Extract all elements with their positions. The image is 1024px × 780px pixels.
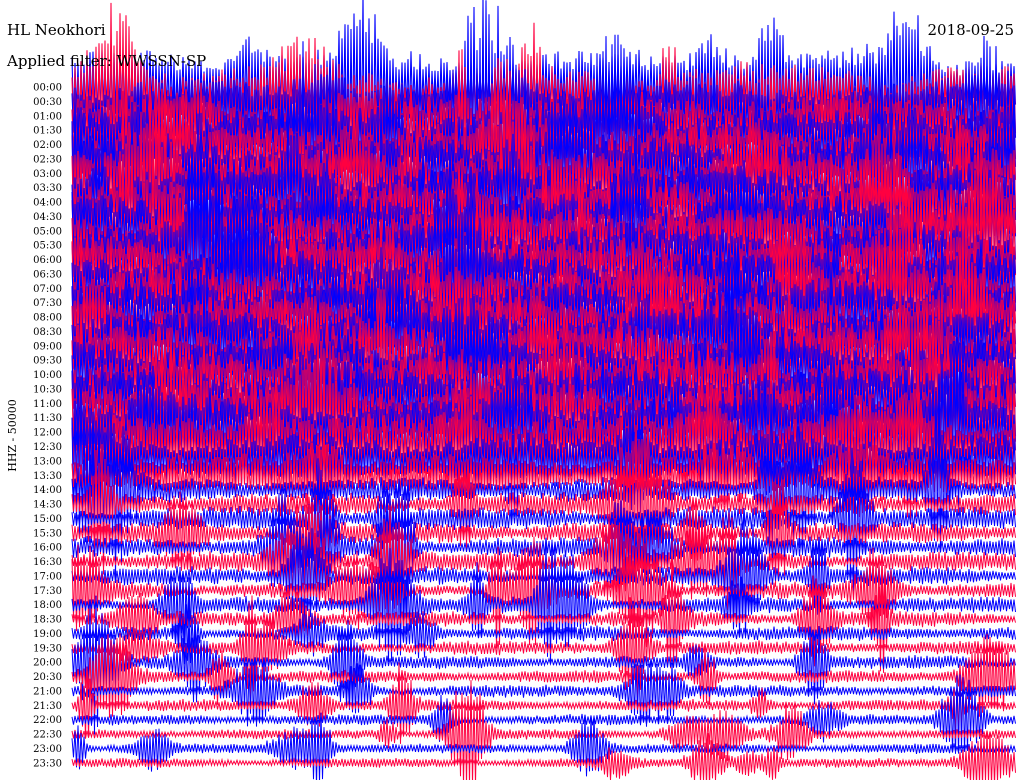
- time-tick-label: 13:30: [33, 471, 62, 482]
- station-title: HL Neokhori: [7, 21, 106, 39]
- time-tick-label: 03:00: [33, 169, 62, 180]
- time-tick-label: 12:30: [33, 442, 62, 453]
- record-date: 2018-09-25: [927, 21, 1014, 39]
- time-tick-label: 14:00: [33, 485, 62, 496]
- time-tick-label: 17:30: [33, 586, 62, 597]
- time-tick-label: 13:00: [33, 456, 62, 467]
- time-tick-label: 07:30: [33, 298, 62, 309]
- time-tick-label: 12:00: [33, 428, 62, 439]
- time-tick-label: 14:30: [33, 500, 62, 511]
- time-tick-label: 06:30: [33, 269, 62, 280]
- time-tick-label: 23:30: [33, 758, 62, 769]
- time-tick-label: 18:30: [33, 615, 62, 626]
- time-tick-label: 08:30: [33, 327, 62, 338]
- time-tick-label: 20:30: [33, 672, 62, 683]
- time-tick-label: 18:00: [33, 600, 62, 611]
- time-tick-label: 21:00: [33, 686, 62, 697]
- time-tick-label: 02:00: [33, 140, 62, 151]
- time-tick-label: 21:30: [33, 701, 62, 712]
- time-tick-label: 19:00: [33, 629, 62, 640]
- time-tick-label: 22:00: [33, 715, 62, 726]
- time-tick-label: 07:00: [33, 284, 62, 295]
- time-tick-label: 16:30: [33, 557, 62, 568]
- time-tick-label: 00:30: [33, 97, 62, 108]
- helicorder-plot: 00:00 00:30 01:00 01:30 02:00 02:30 03:00 03:30…: [33, 0, 1017, 780]
- time-tick-label: 00:00: [33, 83, 62, 94]
- time-tick-label: 04:30: [33, 212, 62, 223]
- time-tick-label: 22:30: [33, 730, 62, 741]
- time-tick-label: 20:00: [33, 658, 62, 669]
- filter-label: Applied filter: WWSSN-SP: [7, 52, 207, 70]
- time-tick-label: 10:30: [33, 384, 62, 395]
- time-tick-label: 05:00: [33, 226, 62, 237]
- time-tick-label: 17:00: [33, 571, 62, 582]
- time-tick-label: 16:00: [33, 543, 62, 554]
- time-tick-label: 04:00: [33, 198, 62, 209]
- time-tick-label: 01:00: [33, 111, 62, 122]
- time-tick-label: 09:00: [33, 341, 62, 352]
- time-tick-label: 09:30: [33, 356, 62, 367]
- time-tick-label: 06:00: [33, 255, 62, 266]
- time-tick-label: 23:00: [33, 744, 62, 755]
- time-tick-label: 11:30: [33, 413, 62, 424]
- time-tick-label: 05:30: [33, 241, 62, 252]
- time-tick-label: 02:30: [33, 154, 62, 165]
- time-tick-label: 03:30: [33, 183, 62, 194]
- seismic-trace-2330: [71, 731, 1016, 780]
- time-tick-label: 10:00: [33, 370, 62, 381]
- time-tick-label: 15:30: [33, 528, 62, 539]
- time-tick-label: 11:00: [33, 399, 62, 410]
- time-tick-label: 01:30: [33, 126, 62, 137]
- time-tick-label: 15:00: [33, 514, 62, 525]
- time-tick-label: 08:00: [33, 313, 62, 324]
- time-tick-label: 19:30: [33, 643, 62, 654]
